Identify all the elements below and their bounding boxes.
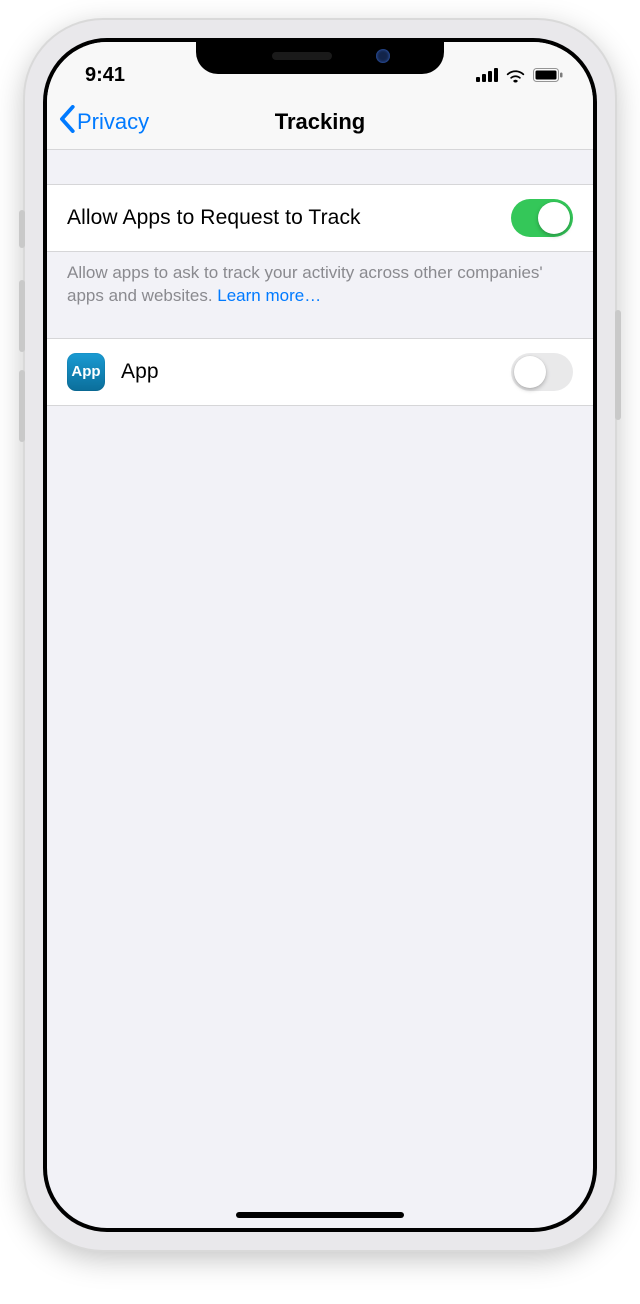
screen: 9:41 xyxy=(47,42,593,1228)
nav-header: Privacy Tracking xyxy=(47,94,593,150)
allow-tracking-row: Allow Apps to Request to Track xyxy=(47,184,593,252)
status-time: 9:41 xyxy=(85,64,125,87)
app-icon: App xyxy=(67,353,105,391)
phone-bezel: 9:41 xyxy=(43,38,597,1232)
status-right xyxy=(476,68,563,83)
earpiece-icon xyxy=(272,52,332,60)
battery-icon xyxy=(533,68,563,82)
back-label: Privacy xyxy=(77,109,149,135)
learn-more-link[interactable]: Learn more… xyxy=(217,286,321,305)
wifi-icon xyxy=(505,68,526,83)
notch xyxy=(196,38,444,74)
mute-switch xyxy=(19,210,25,248)
home-indicator[interactable] xyxy=(236,1212,404,1218)
app-tracking-toggle[interactable] xyxy=(511,353,573,391)
allow-tracking-toggle[interactable] xyxy=(511,199,573,237)
app-tracking-row: App App xyxy=(47,338,593,406)
back-button[interactable]: Privacy xyxy=(59,105,149,139)
allow-tracking-description: Allow apps to ask to track your activity… xyxy=(47,252,593,338)
chevron-left-icon xyxy=(59,105,75,139)
volume-down-button xyxy=(19,370,25,442)
allow-tracking-label: Allow Apps to Request to Track xyxy=(67,206,361,230)
content: Allow Apps to Request to Track Allow app… xyxy=(47,150,593,406)
power-button xyxy=(615,310,621,420)
toggle-knob-icon xyxy=(514,356,546,388)
cellular-signal-icon xyxy=(476,68,498,82)
volume-up-button xyxy=(19,280,25,352)
page-title: Tracking xyxy=(275,109,365,135)
app-name-label: App xyxy=(121,360,159,384)
toggle-knob-icon xyxy=(538,202,570,234)
front-camera-icon xyxy=(376,49,390,63)
phone-frame: 9:41 xyxy=(25,20,615,1250)
